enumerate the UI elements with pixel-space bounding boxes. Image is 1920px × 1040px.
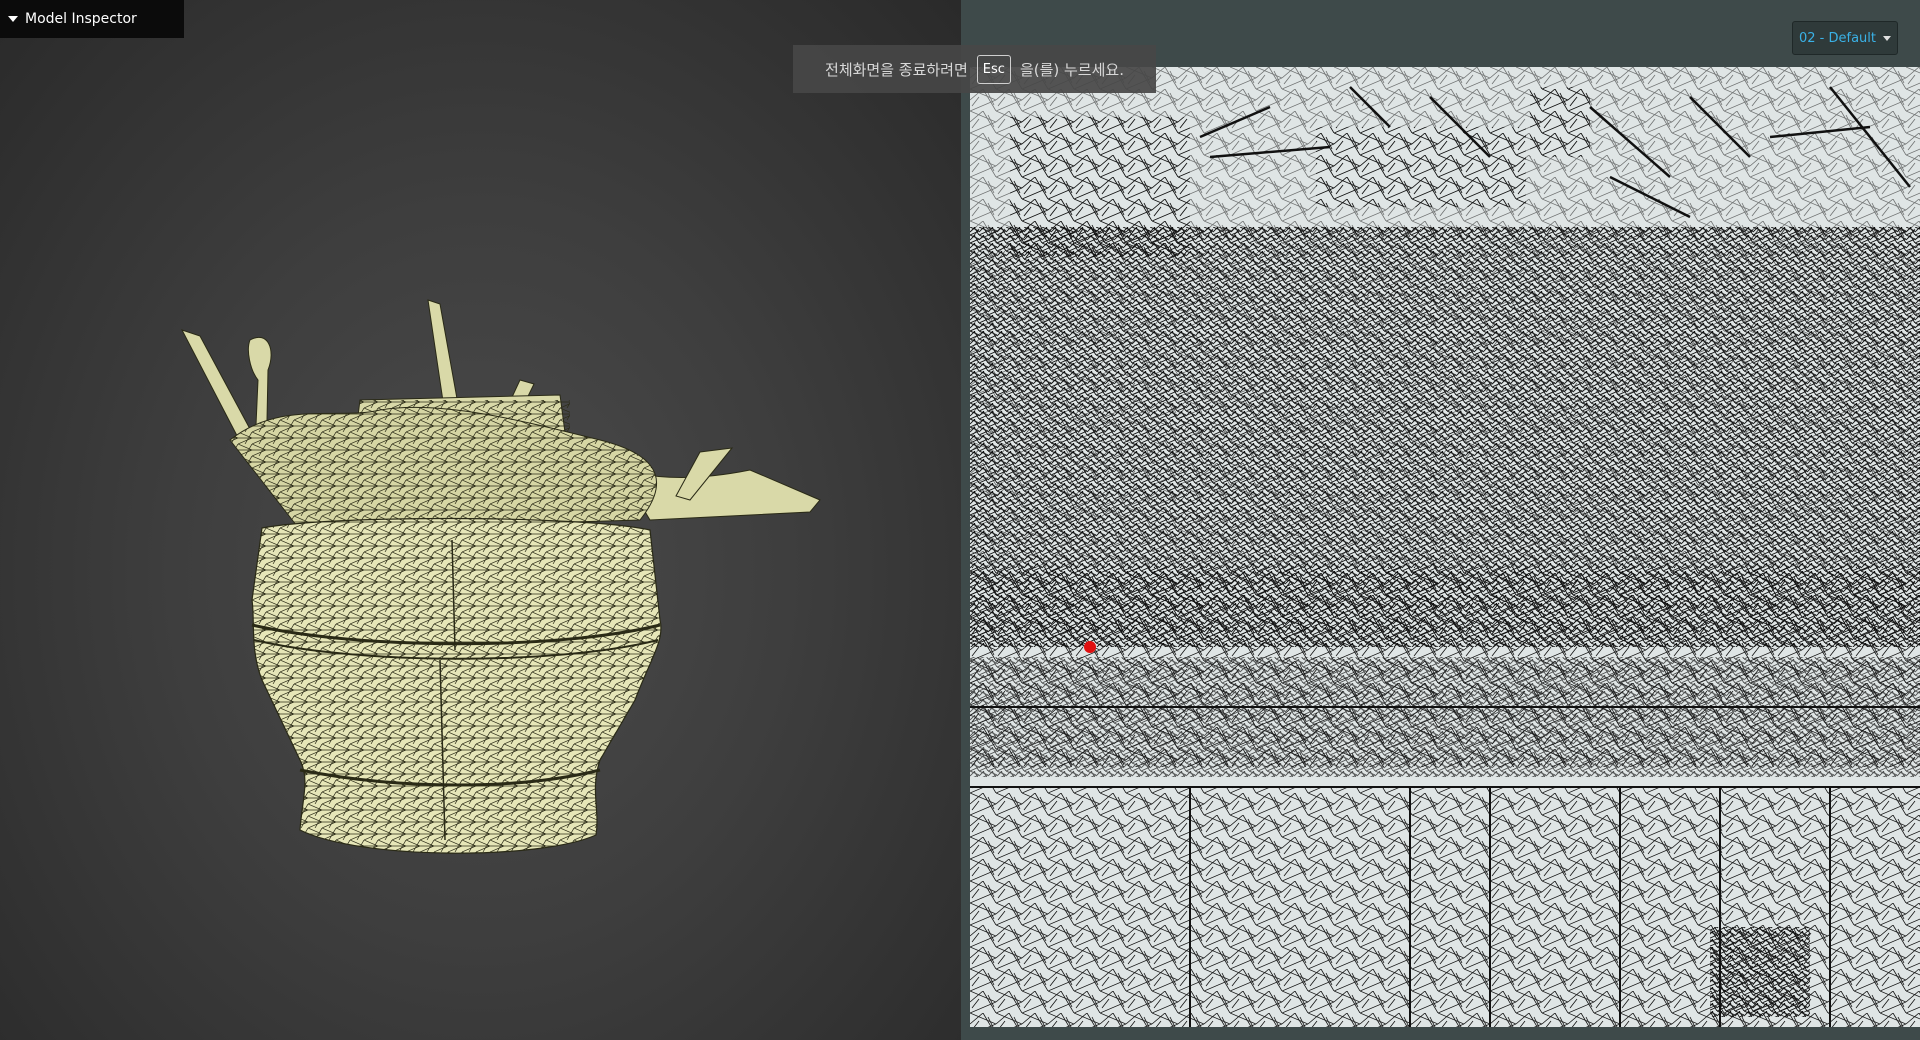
uv-wireframe	[970, 67, 1920, 1027]
inspector-title: Model Inspector	[25, 11, 137, 27]
fullscreen-notice-prefix: 전체화면을 종료하려면	[825, 60, 968, 79]
model-viewport[interactable]: Model Inspector	[0, 0, 961, 1040]
uv-panel	[961, 0, 1920, 1040]
model-inspector-toggle[interactable]: Model Inspector	[0, 0, 184, 38]
map-selector-value: 02 - Default	[1799, 30, 1876, 46]
uv-map-canvas[interactable]	[970, 67, 1920, 1027]
esc-key-badge: Esc	[976, 54, 1011, 84]
uv-marker	[1084, 641, 1096, 653]
fullscreen-notice-suffix: 을(를) 누르세요.	[1019, 60, 1124, 79]
fullscreen-exit-notice: 전체화면을 종료하려면 Esc 을(를) 누르세요.	[793, 45, 1156, 93]
caret-down-icon	[8, 16, 18, 22]
basket-mesh-3d[interactable]	[0, 0, 961, 1040]
map-selector-dropdown[interactable]: 02 - Default	[1792, 21, 1898, 55]
chevron-down-icon	[1883, 35, 1891, 41]
